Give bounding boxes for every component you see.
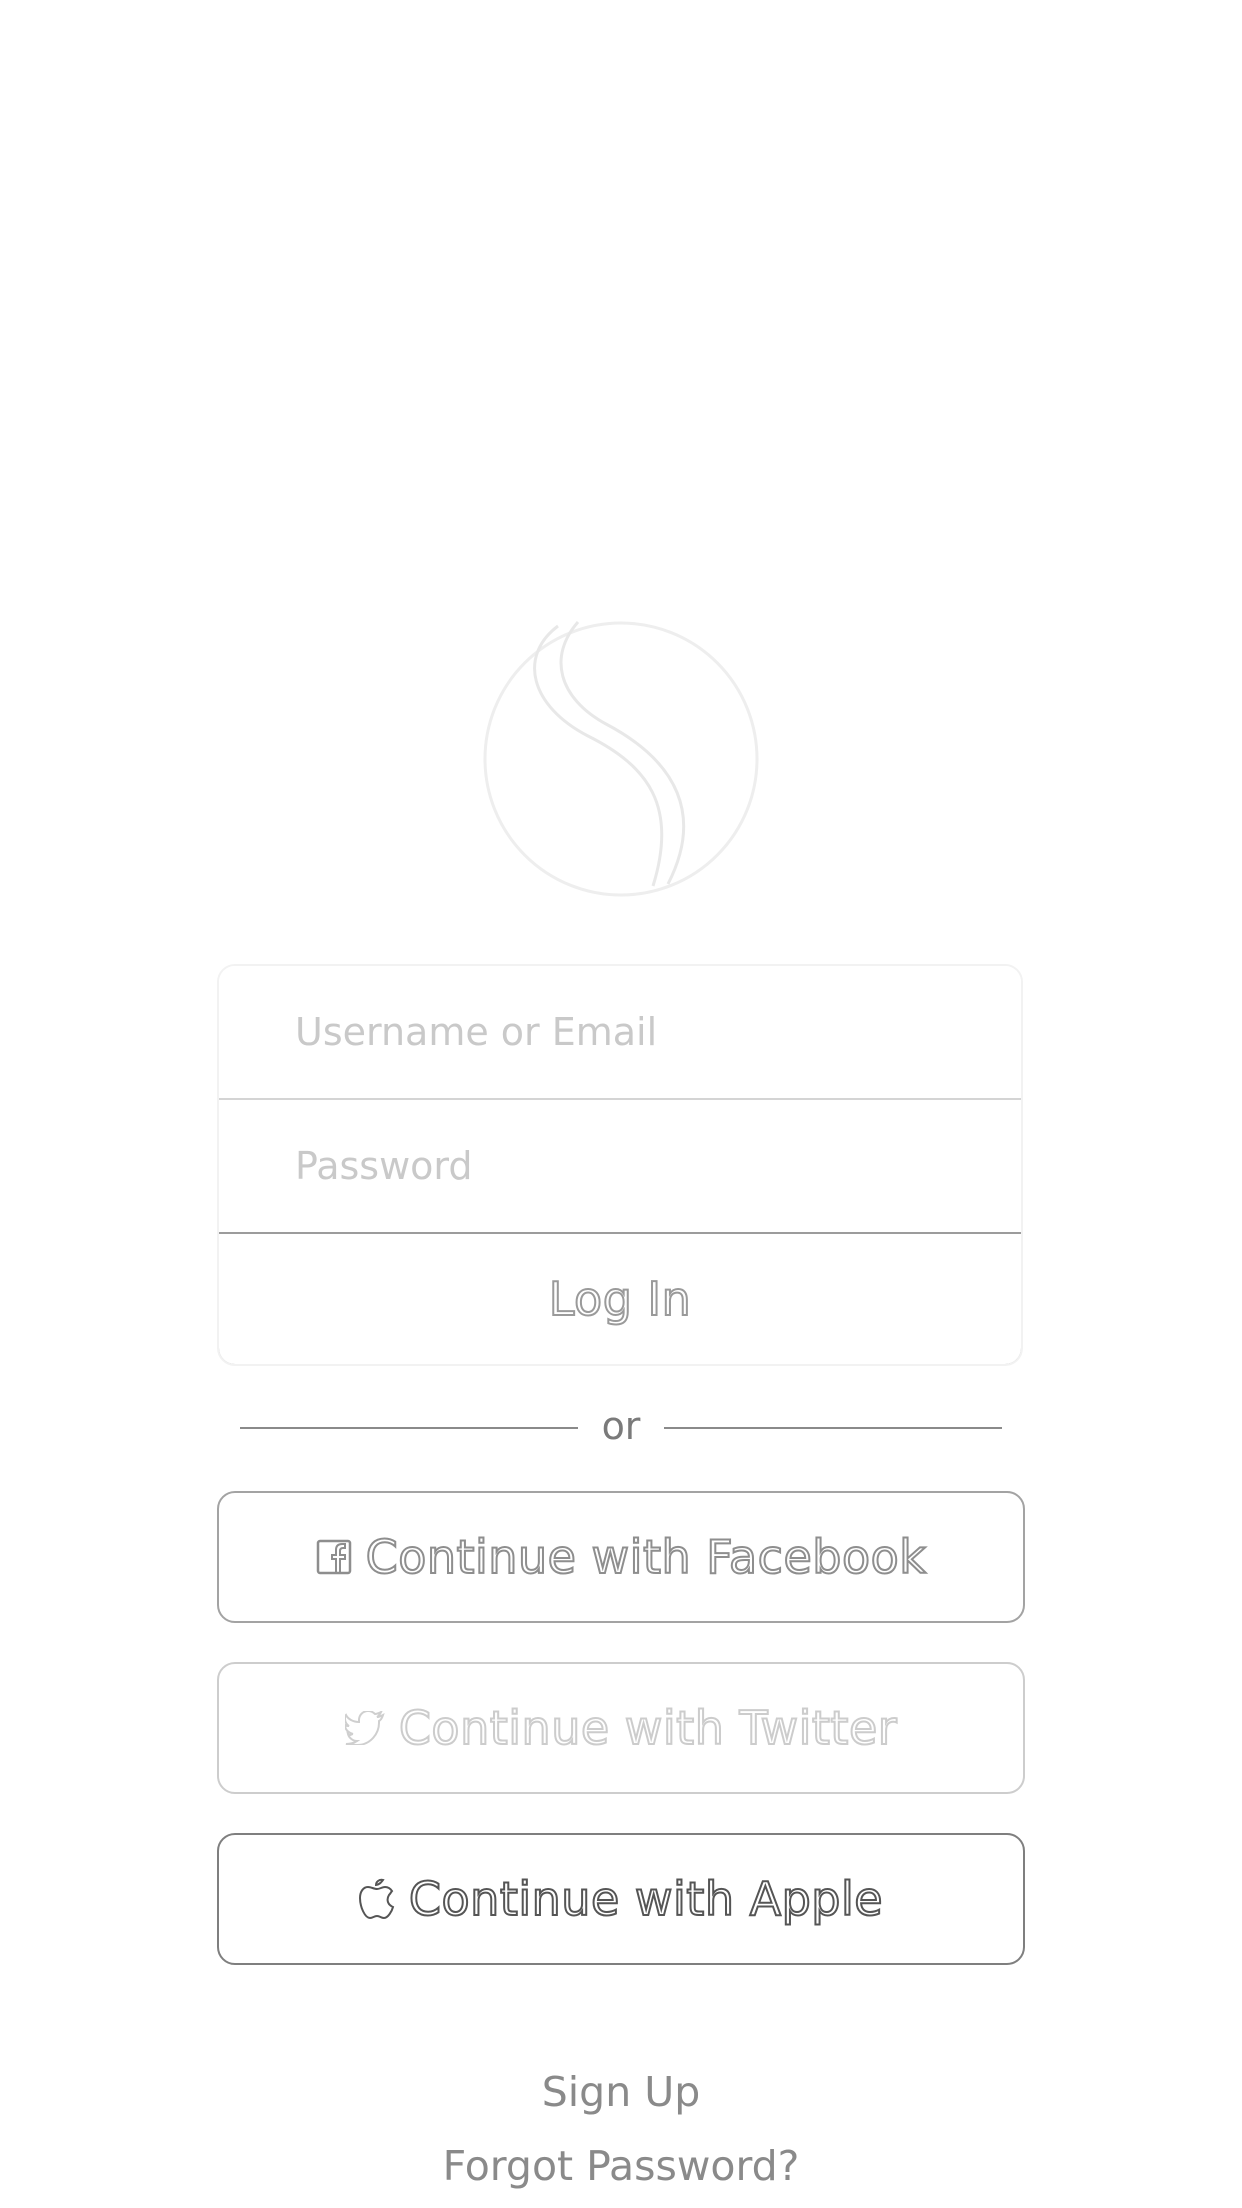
or-divider: or — [240, 1400, 1002, 1456]
forgot-password-link[interactable]: Forgot Password? — [443, 2142, 800, 2190]
or-divider-line-left — [240, 1427, 578, 1429]
continue-with-twitter-button[interactable]: Continue with Twitter — [217, 1662, 1025, 1794]
username-input[interactable] — [293, 1009, 1021, 1055]
facebook-button-label: Continue with Facebook — [365, 1529, 927, 1585]
twitter-icon — [344, 1711, 385, 1745]
or-divider-line-right — [664, 1427, 1002, 1429]
apple-button-label: Continue with Apple — [408, 1871, 884, 1927]
password-input[interactable] — [293, 1143, 1021, 1189]
sign-up-container: Sign Up — [0, 2068, 1242, 2116]
login-button-label: Log In — [548, 1271, 692, 1327]
sign-up-link[interactable]: Sign Up — [542, 2068, 701, 2116]
password-field-container — [219, 1100, 1021, 1232]
login-form: Log In — [217, 964, 1023, 1366]
facebook-icon — [316, 1539, 352, 1575]
app-logo-icon — [483, 621, 759, 897]
login-button[interactable]: Log In — [219, 1234, 1021, 1364]
continue-with-facebook-button[interactable]: Continue with Facebook — [217, 1491, 1025, 1623]
or-divider-label: or — [601, 1404, 641, 1448]
apple-icon — [358, 1878, 395, 1920]
username-field-container — [219, 966, 1021, 1098]
twitter-button-label: Continue with Twitter — [398, 1700, 898, 1756]
continue-with-apple-button[interactable]: Continue with Apple — [217, 1833, 1025, 1965]
forgot-password-container: Forgot Password? — [0, 2142, 1242, 2190]
